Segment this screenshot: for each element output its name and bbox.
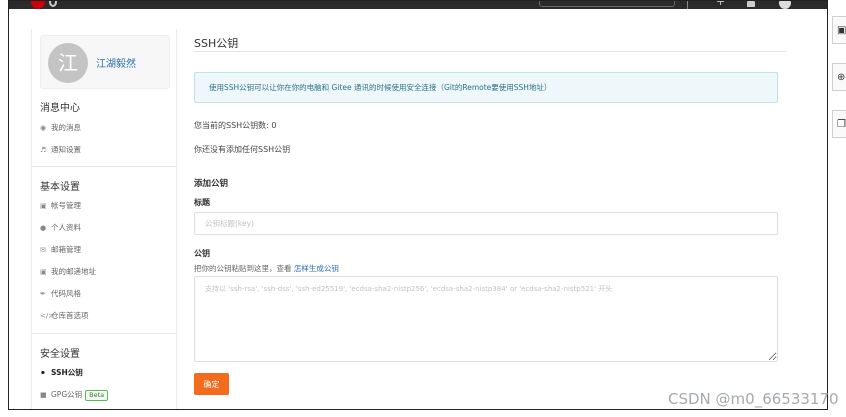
sidebar-item-label: SSH公钥 [51,368,83,377]
user-name[interactable]: 江湖毅然 [96,55,136,70]
sidebar-divider [32,333,177,334]
logo-text-icon [49,1,57,7]
plus-icon[interactable]: + [716,1,725,8]
copy-icon: ❐ [837,119,846,130]
mail-icon: ✉ [40,246,46,254]
sidebar-item-label: 帐号管理 [51,201,81,210]
sidebar-item-label: 我的消息 [51,123,81,132]
code-icon: </> [40,312,55,320]
plus-circle-icon: ⊕ [837,72,846,83]
how-to-generate-key-link[interactable]: 怎样生成公钥 [294,264,339,273]
user-card[interactable]: 江 江湖毅然 [40,35,170,89]
sidebar-item-profile[interactable]: ● 个人资料 [40,222,81,234]
watermark: CSDN @m0_66533170 [668,390,839,408]
section-title-basic: 基本设置 [40,182,80,193]
sidebar-item-account[interactable]: ▣ 帐号管理 [40,200,81,212]
lock-icon: ■ [40,391,47,399]
add-key-heading: 添加公钥 [194,179,229,189]
sidebar-item-email[interactable]: ✉ 邮箱管理 [40,244,81,256]
sidebar-item-label: 个人资料 [51,223,81,232]
sidebar-item-repo-preferences[interactable]: </>仓库首选项 [40,310,89,322]
sidebar-item-label: 邮箱管理 [51,245,81,254]
top-navbar: + [9,1,827,9]
sidebar-item-gpg-keys[interactable]: ■ GPG公钥 Beta [40,389,109,401]
brush-icon: ✒ [40,290,46,298]
sidebar-divider [32,166,177,167]
key-icon: ⚫ [40,369,46,377]
sidebar-item-label: 仓库首选项 [51,311,89,320]
key-hint: 把你的公钥粘贴到这里，查看 怎样生成公钥 [194,263,339,274]
gitee-logo-icon[interactable] [31,1,45,9]
address-card-icon: ▣ [40,268,47,276]
public-key-textarea[interactable] [194,276,778,362]
speaker-icon: ♬ [40,146,47,154]
sidebar-item-address[interactable]: ▣ 我的邮递地址 [40,266,96,278]
empty-state-text: 你还没有添加任何SSH公钥 [194,145,291,154]
beta-badge: Beta [85,390,109,401]
toolbar-button-image[interactable]: ▣ [832,16,846,44]
info-banner: 使用SSH公钥可以让你在你的电脑和 Gitee 通讯的时候使用安全连接（Git的… [194,72,778,103]
sidebar-item-label: 代码风格 [51,289,81,298]
image-icon: ▣ [837,25,846,36]
global-search-input[interactable] [539,1,675,7]
key-title-input[interactable] [194,212,778,235]
notification-bell-icon[interactable] [747,1,755,7]
sidebar-item-my-messages[interactable]: ◉ 我的消息 [40,122,81,134]
bell-icon: ◉ [40,124,47,132]
sidebar-item-code-style[interactable]: ✒ 代码风格 [40,288,81,300]
page-title: SSH公钥 [194,37,239,50]
section-title-security: 安全设置 [40,349,80,360]
user-icon: ● [40,224,47,232]
sidebar-item-label: 我的邮递地址 [51,267,96,276]
browser-page: + 江 江湖毅然 消息中心 ◉ 我的消息 ♬ 通知设置 基本设置 ▣ 帐号管理 ● 个人… [8,0,828,410]
ssh-key-count: 您当前的SSH公钥数: 0 [194,121,277,130]
sidebar-item-label: GPG公钥 [51,390,83,399]
id-card-icon: ▣ [40,202,47,210]
toolbar-button-copy[interactable]: ❐ [832,110,846,138]
navbar-divider [687,1,688,9]
section-title-messages: 消息中心 [40,103,80,114]
sidebar-item-label: 通知设置 [51,145,81,154]
title-field-label: 标题 [194,198,210,207]
key-hint-text: 把你的公钥粘贴到这里，查看 [194,264,294,273]
toolbar-button-add[interactable]: ⊕ [832,63,846,91]
sidebar-item-ssh-keys[interactable]: ⚫ SSH公钥 [40,367,83,379]
key-field-label: 公钥 [194,249,210,258]
settings-sidebar: 江 江湖毅然 消息中心 ◉ 我的消息 ♬ 通知设置 基本设置 ▣ 帐号管理 ● 个人资料… [31,29,177,409]
avatar[interactable]: 江 [48,43,88,83]
navbar-avatar[interactable] [779,1,791,9]
submit-button[interactable]: 确定 [194,373,229,395]
sidebar-item-notification-settings[interactable]: ♬ 通知设置 [40,144,81,156]
title-divider [194,51,786,52]
